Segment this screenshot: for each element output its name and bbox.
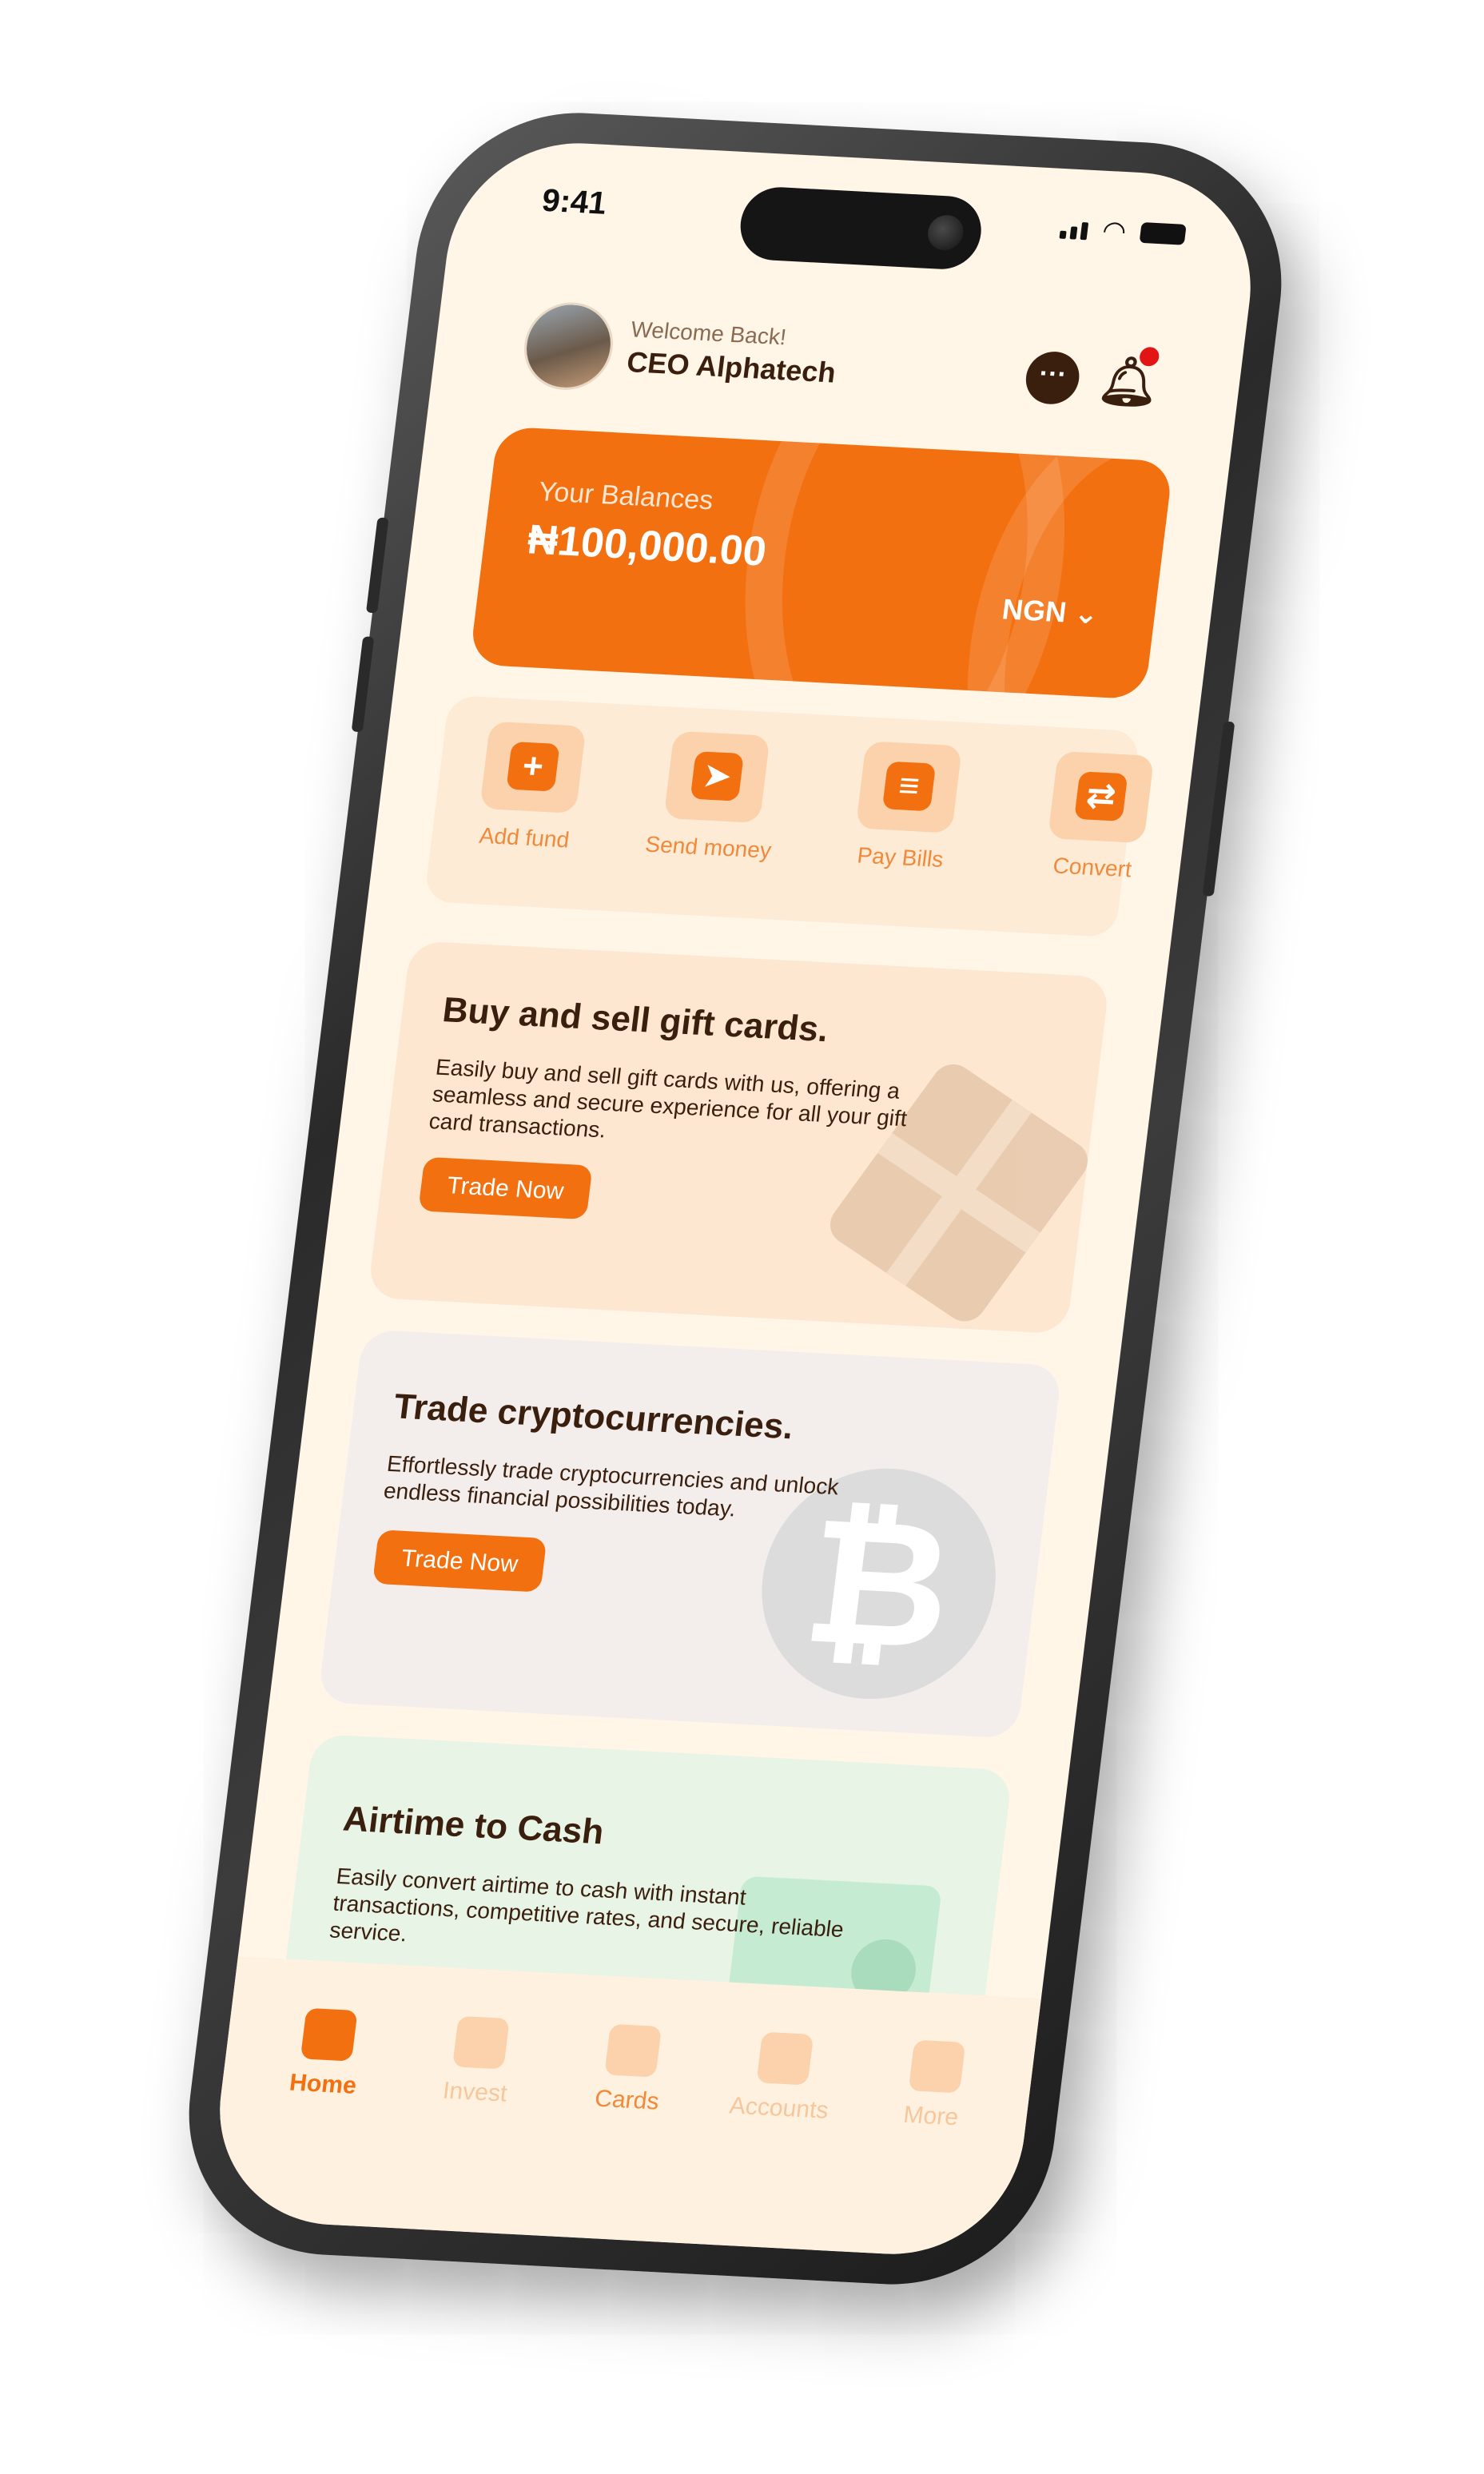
crypto-title: Trade cryptocurrencies. <box>392 1386 796 1447</box>
stage: 9:41 ◠ Welcome Back! CEO Alphatech ··· 🔔… <box>0 0 1484 2474</box>
gift-card-title: Buy and sell gift cards. <box>440 990 831 1050</box>
tab-home[interactable]: Home <box>253 2006 400 2102</box>
balance-amount: ₦100,000.00 <box>525 516 770 575</box>
crypto-promo: ₿ Trade cryptocurrencies. Effortlessly t… <box>317 1329 1063 1739</box>
gift-card-promo: Buy and sell gift cards. Easily buy and … <box>367 941 1111 1334</box>
tab-more[interactable]: More <box>861 2038 1009 2134</box>
gift-trade-now-button[interactable]: Trade Now <box>418 1156 593 1220</box>
receipt-icon: ≡ <box>881 761 937 812</box>
tab-cards[interactable]: Cards <box>557 2022 704 2118</box>
airtime-title: Airtime to Cash <box>340 1799 607 1852</box>
camera-icon <box>925 214 965 252</box>
card-icon <box>604 2023 662 2078</box>
bank-icon <box>756 2031 814 2086</box>
currency-selector[interactable]: NGN ⌄ <box>1001 592 1100 630</box>
action-icon-tile: ➤ <box>663 730 770 824</box>
paper-plane-icon: ➤ <box>690 751 744 801</box>
currency-label: NGN <box>1000 592 1068 629</box>
avatar[interactable] <box>519 300 619 392</box>
tab-label: More <box>901 2101 961 2131</box>
tab-label: Accounts <box>727 2092 830 2124</box>
quick-actions: + Add fund ➤ Send money ≡ Pay Bills ⇄ Co… <box>424 694 1155 938</box>
action-send-money[interactable]: ➤ Send money <box>631 730 798 865</box>
dynamic-island <box>736 185 985 272</box>
action-icon-tile: ⇄ <box>1047 750 1155 844</box>
action-label: Add fund <box>478 822 571 853</box>
phone-screen: 9:41 ◠ Welcome Back! CEO Alphatech ··· 🔔… <box>205 137 1265 2261</box>
signal-icon <box>1059 221 1089 241</box>
action-label: Convert <box>1051 853 1133 882</box>
status-time: 9:41 <box>539 182 609 221</box>
action-label: Send money <box>643 831 773 863</box>
gift-card-description: Easily buy and sell gift cards with us, … <box>428 1054 909 1143</box>
username: CEO Alphatech <box>625 345 838 389</box>
tab-label: Home <box>288 2069 358 2099</box>
action-convert[interactable]: ⇄ Convert <box>1015 750 1183 885</box>
convert-arrows-icon: ⇄ <box>1074 771 1128 821</box>
plus-icon: + <box>506 741 560 792</box>
crypto-description: Effortlessly trade cryptocurrencies and … <box>382 1450 841 1521</box>
tab-label: Invest <box>441 2077 509 2107</box>
home-icon <box>300 2007 358 2062</box>
header: Welcome Back! CEO Alphatech ··· 🔔︎ <box>519 300 1173 421</box>
balance-card: Your Balances ₦100,000.00 NGN ⌄ <box>469 426 1174 700</box>
tab-accounts[interactable]: Accounts <box>709 2030 856 2126</box>
grid-icon <box>908 2039 966 2094</box>
crypto-trade-now-button[interactable]: Trade Now <box>372 1529 547 1593</box>
action-icon-tile: + <box>479 721 587 814</box>
action-add-fund[interactable]: + Add fund <box>447 720 615 855</box>
action-label: Pay Bills <box>855 842 945 872</box>
action-pay-bills[interactable]: ≡ Pay Bills <box>822 739 990 874</box>
chat-icon[interactable]: ··· <box>1023 350 1083 406</box>
chevron-down-icon: ⌄ <box>1072 596 1101 630</box>
welcome-text: Welcome Back! <box>629 316 788 350</box>
status-icons: ◠ <box>1059 215 1187 247</box>
chart-icon <box>452 2015 510 2070</box>
tab-invest[interactable]: Invest <box>405 2014 552 2110</box>
phone-mockup: 9:41 ◠ Welcome Back! CEO Alphatech ··· 🔔… <box>171 105 1299 2293</box>
balance-label: Your Balances <box>536 476 715 516</box>
battery-icon <box>1139 221 1187 245</box>
bottom-tab-bar: Home Invest Cards Accounts More <box>205 1956 1041 2261</box>
wifi-icon: ◠ <box>1100 215 1128 247</box>
tab-label: Cards <box>593 2085 661 2115</box>
action-icon-tile: ≡ <box>855 741 963 833</box>
